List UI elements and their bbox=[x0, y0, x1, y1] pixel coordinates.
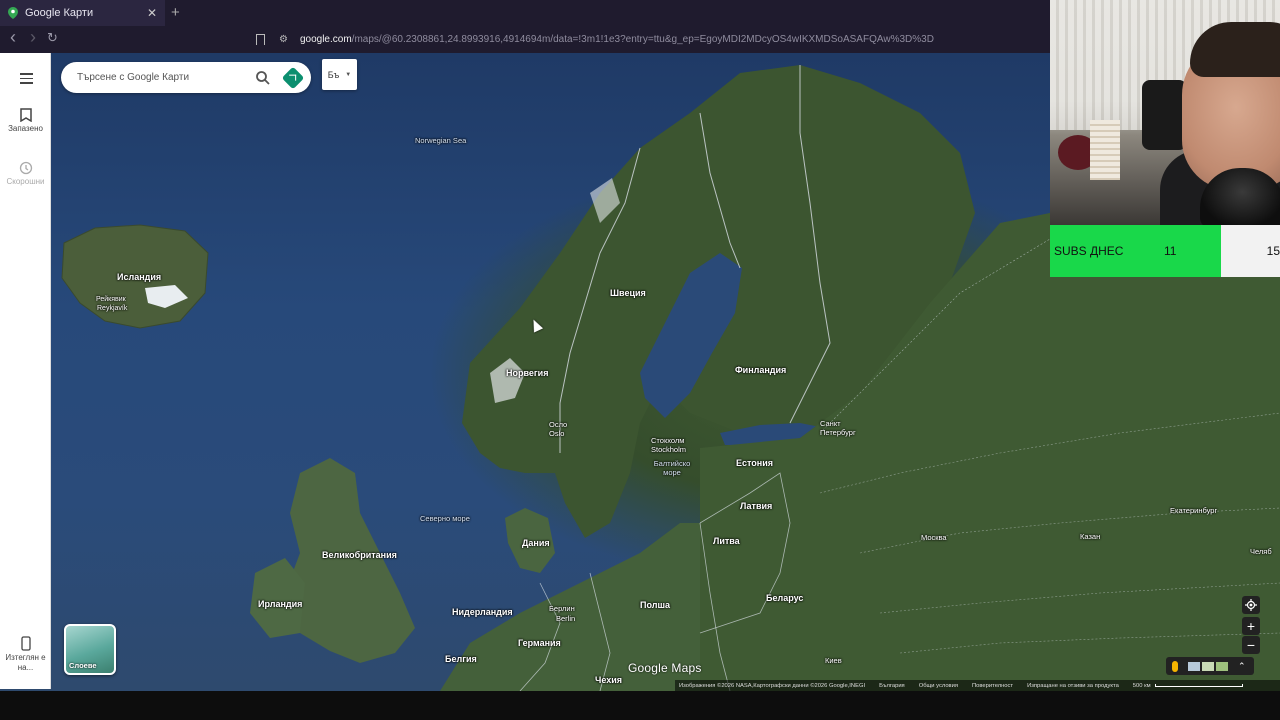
back-button[interactable]: ‹ bbox=[10, 27, 16, 48]
webcam-overlay bbox=[1050, 0, 1280, 225]
history-icon bbox=[19, 161, 32, 175]
label-belarus[interactable]: Беларус bbox=[766, 593, 803, 603]
label-oslo-latin: Oslo bbox=[549, 429, 565, 438]
subs-counter: SUBS ДНЕС 11 15 bbox=[1050, 225, 1280, 277]
location-icon bbox=[1245, 599, 1257, 611]
label-kazan[interactable]: Казан bbox=[1080, 532, 1100, 541]
subs-today: 11 bbox=[1164, 244, 1177, 258]
label-oslo[interactable]: Осло bbox=[549, 420, 567, 429]
left-rail: Запазено Скорошни Изтеглян е на... bbox=[0, 53, 51, 689]
recent-label: Скорошни bbox=[6, 177, 45, 186]
label-uk[interactable]: Великобритания bbox=[322, 550, 397, 560]
saved-label: Запазено bbox=[8, 124, 43, 133]
label-norway[interactable]: Норвегия bbox=[506, 368, 548, 378]
attribution: Изображения ©2026 NASA,Картографски данн… bbox=[679, 682, 866, 689]
label-latvia[interactable]: Латвия bbox=[740, 501, 772, 511]
close-tab-icon[interactable]: ✕ bbox=[147, 6, 157, 20]
label-czechia[interactable]: Чехия bbox=[595, 675, 622, 685]
label-finland[interactable]: Финландия bbox=[735, 365, 786, 375]
subs-today-panel: SUBS ДНЕС 11 bbox=[1050, 225, 1221, 277]
forward-button[interactable]: › bbox=[30, 27, 36, 48]
imagery-thumb[interactable] bbox=[1188, 661, 1200, 671]
label-ireland[interactable]: Ирландия bbox=[258, 599, 302, 609]
my-location-button[interactable] bbox=[1242, 596, 1260, 614]
search-icon[interactable] bbox=[253, 68, 273, 88]
menu-icon[interactable] bbox=[20, 73, 33, 87]
label-germany[interactable]: Германия bbox=[518, 638, 561, 648]
bookmark-icon[interactable] bbox=[256, 34, 265, 45]
subs-label: SUBS ДНЕС bbox=[1054, 244, 1124, 258]
label-lithuania[interactable]: Литва bbox=[713, 536, 740, 546]
google-maps-watermark: Google Maps bbox=[628, 661, 702, 675]
url-bar[interactable]: ⚙ google.com/maps/@60.2308861,24.8993916… bbox=[256, 29, 996, 50]
recent-button[interactable]: Скорошни bbox=[0, 161, 51, 186]
url-host: google.com bbox=[299, 34, 352, 45]
bookmark-icon bbox=[19, 108, 32, 123]
label-berlin-latin: Berlin bbox=[556, 614, 576, 623]
label-sweden[interactable]: Швеция bbox=[610, 288, 646, 298]
site-settings-icon[interactable]: ⚙ bbox=[279, 34, 288, 45]
subs-goal: 15 bbox=[1266, 244, 1280, 258]
scale-bar bbox=[1154, 684, 1243, 687]
tab-google-maps[interactable]: Google Карти ✕ bbox=[0, 0, 165, 26]
expand-icon[interactable]: ⌃ bbox=[1238, 661, 1246, 672]
tab-title: Google Карти bbox=[25, 7, 94, 19]
scale-label[interactable]: 500 км bbox=[1133, 683, 1151, 689]
label-chelyabinsk[interactable]: Челяб bbox=[1250, 547, 1272, 556]
imagery-thumb[interactable] bbox=[1202, 661, 1214, 671]
url-path: /maps/@60.2308861,24.8993916,4914694m/da… bbox=[351, 34, 934, 45]
label-belgium[interactable]: Белгия bbox=[445, 654, 477, 664]
chevron-down-icon: ▼ bbox=[345, 71, 352, 78]
new-tab-button[interactable]: + bbox=[171, 4, 180, 21]
search-box[interactable]: Търсене с Google Карти bbox=[61, 62, 311, 93]
layers-button[interactable]: Слоеве bbox=[64, 624, 116, 675]
label-north-sea: Северно море bbox=[420, 514, 470, 523]
bottom-band bbox=[0, 691, 1280, 720]
imagery-thumb[interactable] bbox=[1216, 661, 1228, 671]
directions-icon[interactable] bbox=[281, 66, 305, 89]
label-stockholm[interactable]: Стокхолм bbox=[651, 436, 684, 445]
layers-label: Слоеве bbox=[69, 661, 97, 670]
feedback-link[interactable]: Изпращане на отзиви за продукта bbox=[1027, 683, 1119, 689]
download-label: Изтеглян е на... bbox=[5, 653, 46, 672]
label-reykjavik-latin: Reykjavík bbox=[97, 305, 128, 312]
label-reykjavik[interactable]: Рейкявик bbox=[96, 296, 126, 303]
map-footer: Изображения ©2026 NASA,Картографски данн… bbox=[675, 680, 1280, 691]
download-app-button[interactable]: Изтеглян е на... bbox=[0, 636, 51, 673]
search-input[interactable]: Търсене с Google Карти bbox=[77, 72, 253, 83]
bookshelf bbox=[1090, 120, 1120, 180]
label-yekaterinburg[interactable]: Екатеринбург bbox=[1170, 506, 1217, 515]
label-norwegian-sea: Norwegian Sea bbox=[415, 136, 467, 145]
phone-icon bbox=[20, 636, 31, 651]
pegman-icon[interactable] bbox=[1172, 660, 1178, 672]
language-button[interactable]: Бъ ▼ bbox=[322, 59, 357, 90]
privacy-link[interactable]: Поверителност bbox=[972, 683, 1013, 689]
maps-pin-icon bbox=[8, 7, 18, 19]
label-st-petersburg[interactable]: Санкт Петербург bbox=[820, 419, 865, 437]
label-kyiv[interactable]: Киев bbox=[825, 656, 842, 665]
subs-goal-panel: 15 bbox=[1221, 225, 1280, 277]
label-moscow[interactable]: Москва bbox=[921, 533, 947, 542]
label-iceland[interactable]: Исландия bbox=[117, 272, 161, 282]
street-view-controls[interactable]: ⌃ bbox=[1166, 657, 1254, 675]
browser-tab-bar: Google Карти ✕ + bbox=[0, 0, 1050, 26]
address-bar-row: ‹ › ↻ ⚙ google.com/maps/@60.2308861,24.8… bbox=[0, 26, 1050, 73]
chair bbox=[1142, 80, 1187, 150]
language-label: Бъ bbox=[327, 69, 340, 80]
label-netherlands[interactable]: Нидерландия bbox=[452, 607, 513, 617]
terms-link[interactable]: Общи условия bbox=[919, 683, 958, 689]
label-estonia[interactable]: Естония bbox=[736, 458, 773, 468]
label-poland[interactable]: Полша bbox=[640, 600, 670, 610]
label-denmark[interactable]: Дания bbox=[522, 538, 550, 548]
label-stockholm-latin: Stockholm bbox=[651, 445, 687, 454]
reload-button[interactable]: ↻ bbox=[47, 30, 58, 46]
saved-button[interactable]: Запазено bbox=[0, 108, 51, 133]
zoom-in-button[interactable]: + bbox=[1242, 617, 1260, 635]
zoom-out-button[interactable]: − bbox=[1242, 636, 1260, 654]
label-baltic-sea: Балтийско море bbox=[653, 459, 691, 477]
country-link[interactable]: България bbox=[879, 683, 905, 689]
label-berlin[interactable]: Берлин bbox=[549, 604, 575, 613]
